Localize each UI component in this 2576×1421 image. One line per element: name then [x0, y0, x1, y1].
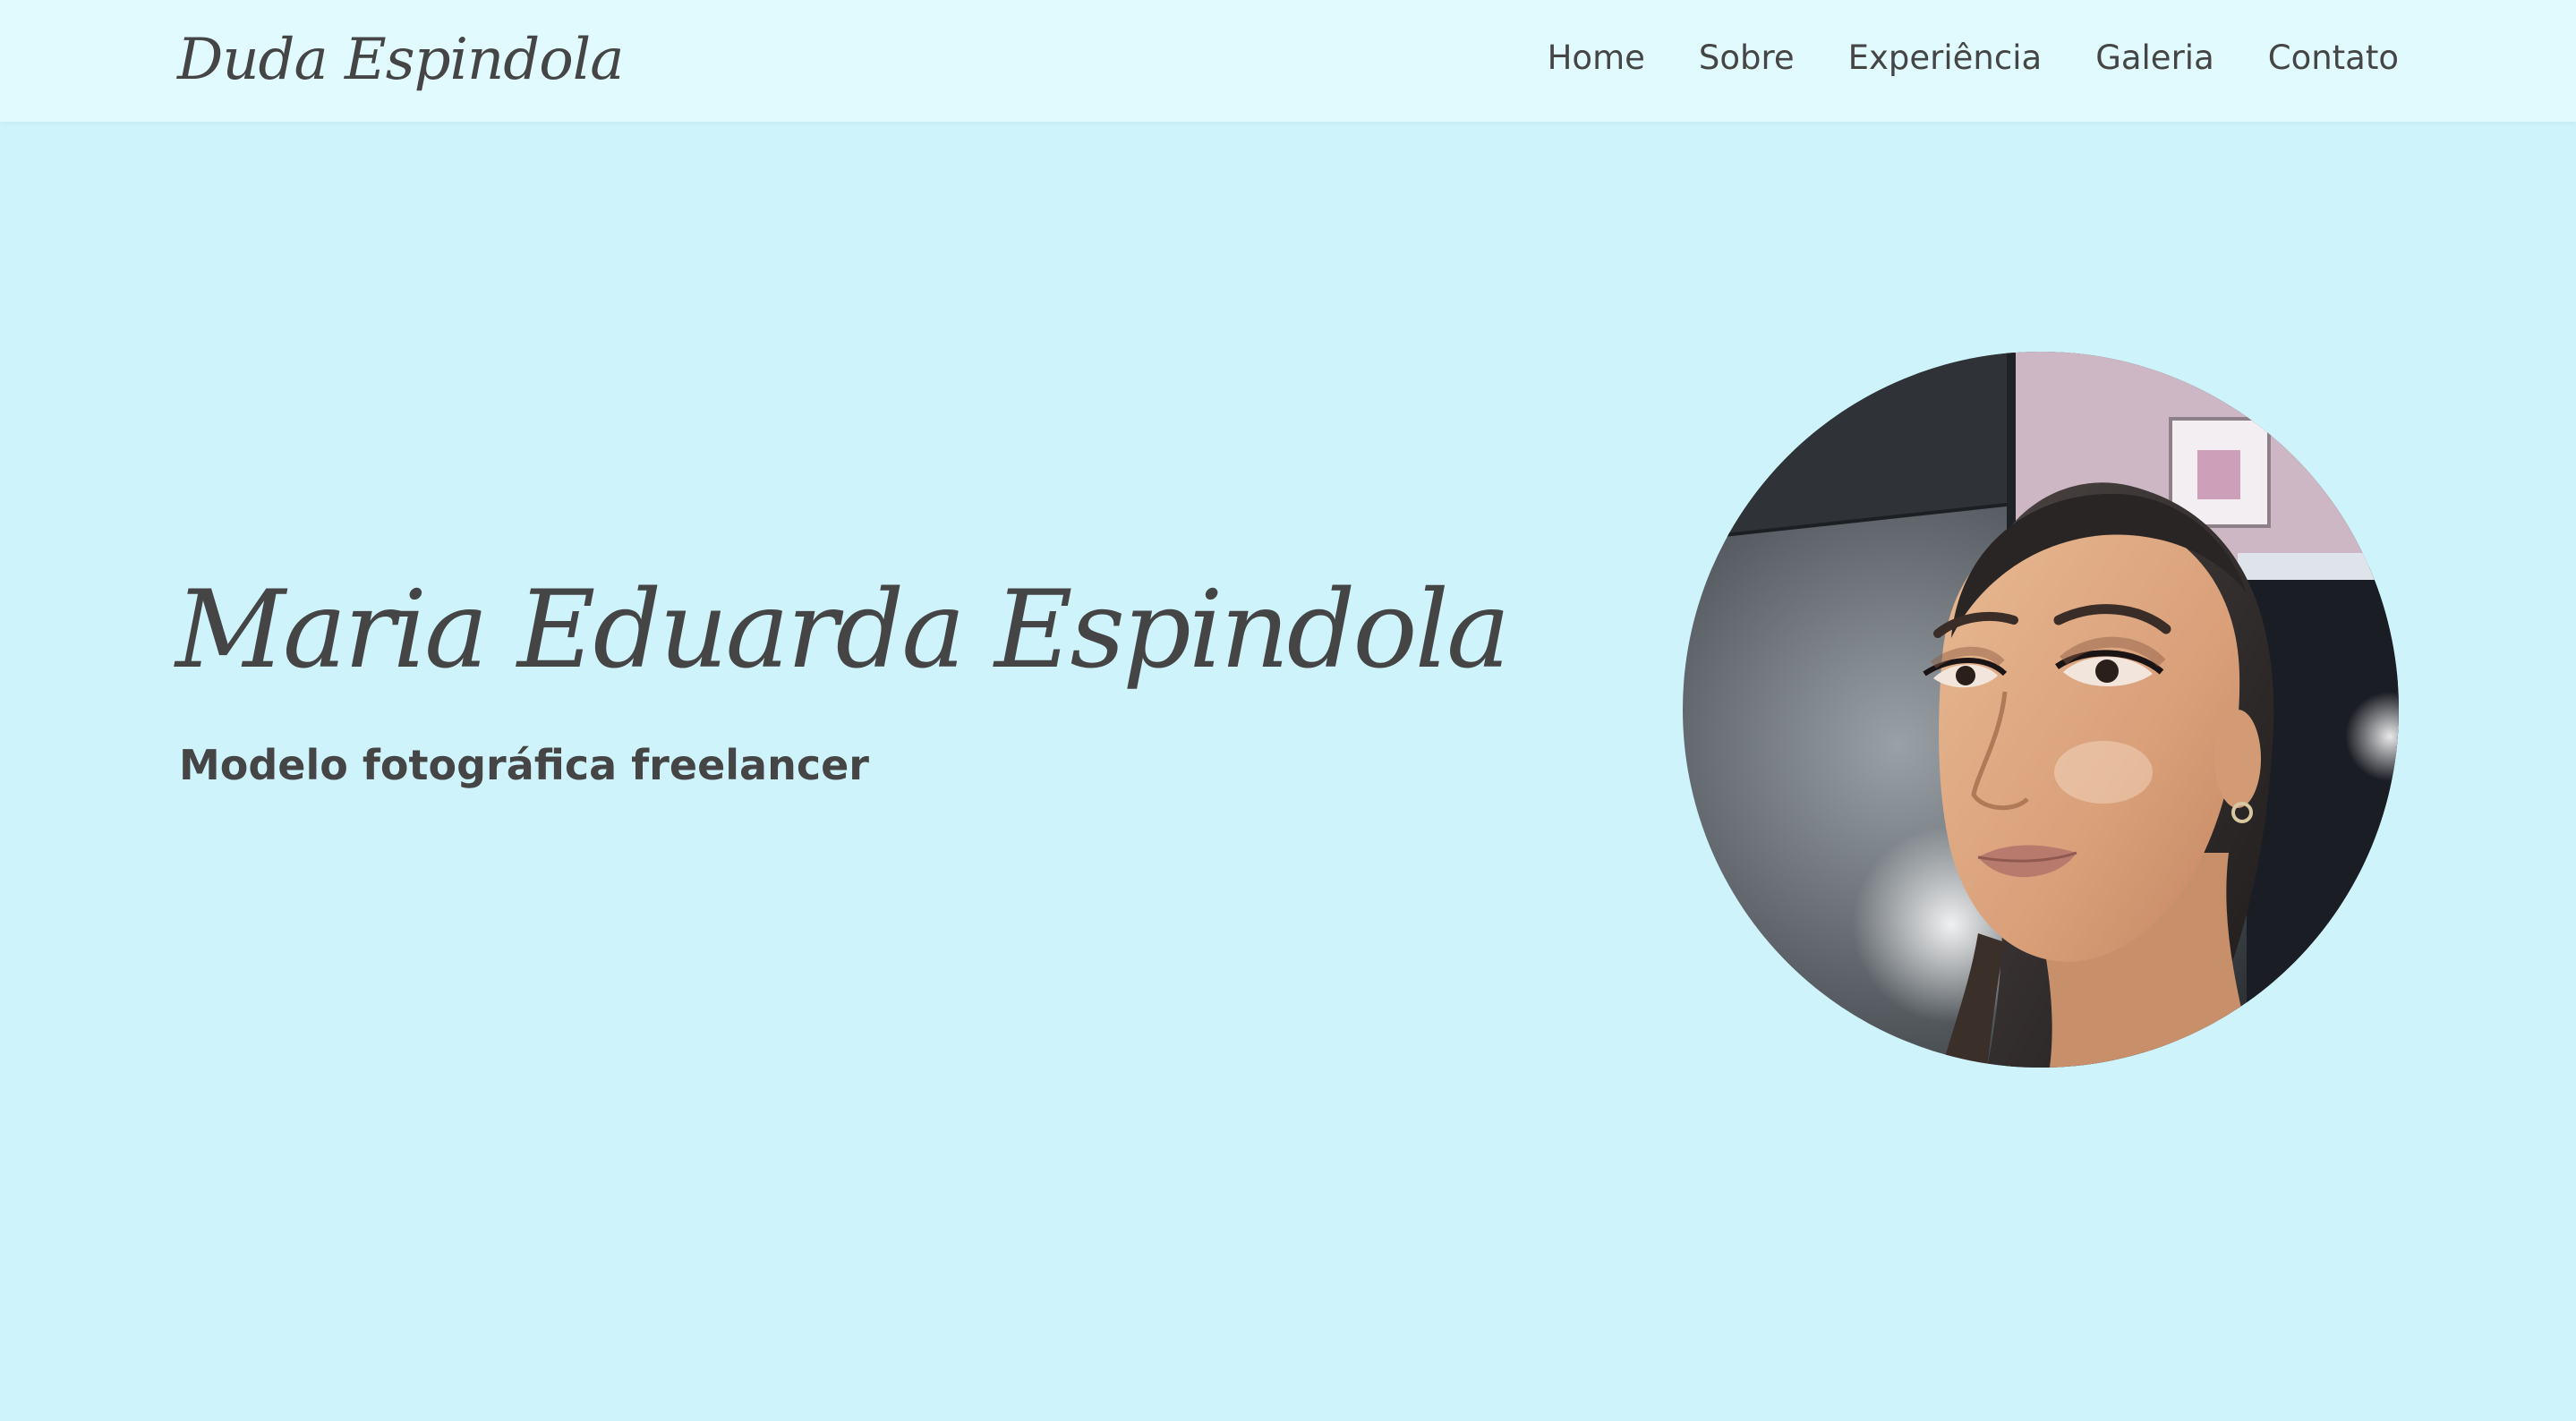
portrait-photo: [1683, 352, 2399, 1068]
nav-home-link[interactable]: Home: [1548, 38, 1645, 77]
nav-galeria-link[interactable]: Galeria: [2095, 38, 2214, 77]
nav-contato-link[interactable]: Contato: [2268, 38, 2399, 77]
hero-name-heading: Maria Eduarda Espindola: [175, 568, 1511, 693]
nav-experiencia-link[interactable]: Experiência: [1848, 38, 2043, 77]
portrait-image: [1683, 352, 2399, 1068]
brand-logo-link[interactable]: Duda Espindola: [177, 20, 624, 100]
navbar: Duda Espindola Home Sobre Experiência Ga…: [0, 0, 2576, 122]
hero-subtitle: Modelo fotográfica freelancer: [179, 741, 869, 789]
nav-sobre-link[interactable]: Sobre: [1699, 38, 1795, 77]
nav-menu: Home Sobre Experiência Galeria Contato: [1548, 34, 2399, 82]
